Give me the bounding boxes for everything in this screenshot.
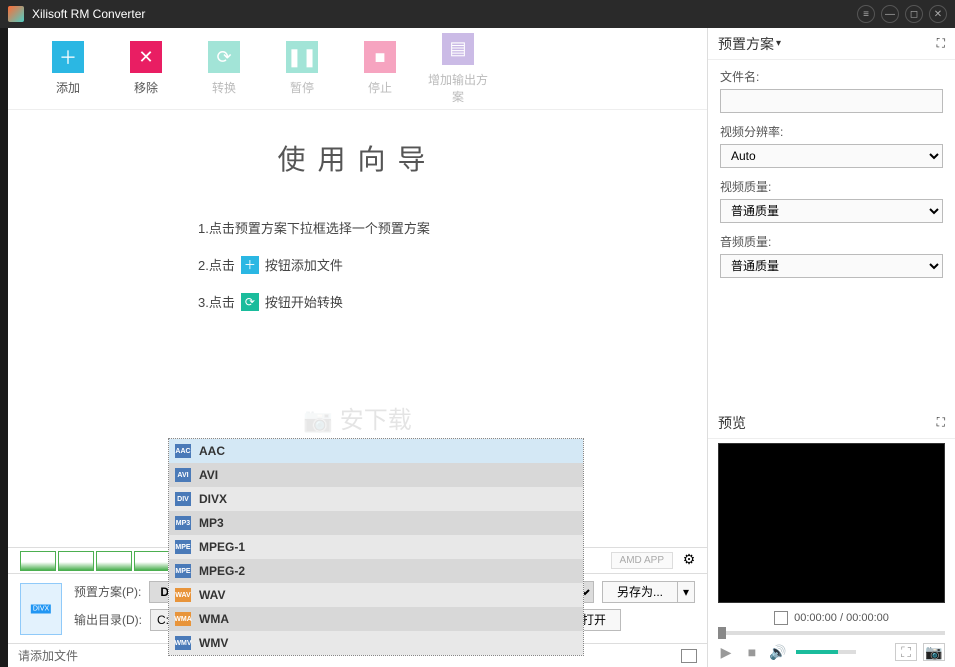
filename-label: 文件名: xyxy=(720,68,943,85)
pause-button[interactable]: ❚❚ 暂停 xyxy=(272,41,332,96)
status-text: 请添加文件 xyxy=(18,647,78,664)
format-badge-icon: AAC xyxy=(175,444,191,458)
expand-preset-icon[interactable]: ⛶ xyxy=(937,36,945,51)
add-preset-button[interactable]: ▤ 增加输出方案 xyxy=(428,33,488,105)
format-option-avi[interactable]: AVIAVI xyxy=(169,463,583,487)
convert-button[interactable]: ⟳ 转换 xyxy=(194,41,254,96)
stop-icon: ■ xyxy=(364,41,396,73)
plus-icon: ＋ xyxy=(52,41,84,73)
pause-icon: ❚❚ xyxy=(286,41,318,73)
window-title: Xilisoft RM Converter xyxy=(32,7,857,21)
wizard-step-1: 1.点击预置方案下拉框选择一个预置方案 xyxy=(198,218,667,237)
wizard-area: 使用向导 1.点击预置方案下拉框选择一个预置方案 2.点击 ＋ 按钮添加文件 3… xyxy=(8,110,707,547)
refresh-icon: ⟳ xyxy=(241,293,259,311)
output-dir-label: 输出目录(D): xyxy=(74,611,142,628)
wizard-title: 使用向导 xyxy=(48,138,667,178)
close-button[interactable]: ✕ xyxy=(929,5,947,23)
video-quality-select[interactable]: 普通质量 xyxy=(720,199,943,223)
format-badge-icon: MPE xyxy=(175,564,191,578)
format-option-mp3[interactable]: MP3MP3 xyxy=(169,511,583,535)
volume-slider[interactable] xyxy=(796,650,856,654)
volume-icon[interactable]: 🔊 xyxy=(770,644,786,660)
menu-button[interactable]: ≡ xyxy=(857,5,875,23)
wizard-step-3: 3.点击 ⟳ 按钮开始转换 xyxy=(198,292,667,311)
settings-gear-icon[interactable]: ⚙ xyxy=(679,551,699,571)
format-badge-icon: WMA xyxy=(175,612,191,626)
format-badge-icon: WMV xyxy=(175,636,191,650)
stop-playback-icon[interactable]: ■ xyxy=(744,644,760,660)
format-file-icon xyxy=(20,583,62,635)
resolution-label: 视频分辨率: xyxy=(720,123,943,140)
playback-slider[interactable] xyxy=(718,631,945,635)
format-badge-icon: DIV xyxy=(175,492,191,506)
play-icon[interactable]: ▶ xyxy=(718,644,734,660)
add-button[interactable]: ＋ 添加 xyxy=(38,41,98,96)
format-option-divx[interactable]: DIVDIVX xyxy=(169,487,583,511)
expand-preview-icon[interactable]: ⛶ xyxy=(937,415,945,430)
filename-input[interactable] xyxy=(720,89,943,113)
format-option-mpeg-1[interactable]: MPEMPEG-1 xyxy=(169,535,583,559)
preview-video xyxy=(718,443,945,603)
format-badge-icon: WAV xyxy=(175,588,191,602)
stop-button[interactable]: ■ 停止 xyxy=(350,41,410,96)
clock-icon xyxy=(774,611,788,625)
format-badge-icon: MPE xyxy=(175,540,191,554)
preset-panel-header: 预置方案▾ ⛶ xyxy=(708,28,955,60)
format-badge-icon: AVI xyxy=(175,468,191,482)
minimize-button[interactable]: — xyxy=(881,5,899,23)
cpu-graph xyxy=(20,551,170,571)
document-icon: ▤ xyxy=(442,33,474,65)
format-option-wmv[interactable]: WMVWMV xyxy=(169,631,583,655)
wizard-step-2: 2.点击 ＋ 按钮添加文件 xyxy=(198,255,667,274)
maximize-button[interactable]: ◻ xyxy=(905,5,923,23)
format-dropdown[interactable]: AACAACAVIAVIDIVDIVXMP3MP3MPEMPEG-1MPEMPE… xyxy=(168,438,584,656)
audio-quality-select[interactable]: 普通质量 xyxy=(720,254,943,278)
titlebar: Xilisoft RM Converter ≡ — ◻ ✕ xyxy=(0,0,955,28)
format-option-wav[interactable]: WAVWAV xyxy=(169,583,583,607)
refresh-icon: ⟳ xyxy=(208,41,240,73)
format-option-mpeg-2[interactable]: MPEMPEG-2 xyxy=(169,559,583,583)
video-quality-label: 视频质量: xyxy=(720,178,943,195)
plus-icon: ＋ xyxy=(241,256,259,274)
time-display: 00:00:00 / 00:00:00 xyxy=(708,607,955,629)
status-view-icon[interactable] xyxy=(681,649,697,663)
preset-label: 预置方案(P): xyxy=(74,583,141,600)
left-edge-strip xyxy=(0,28,8,667)
format-badge-icon: MP3 xyxy=(175,516,191,530)
audio-quality-label: 音频质量: xyxy=(720,233,943,250)
remove-button[interactable]: ✕ 移除 xyxy=(116,41,176,96)
format-option-aac[interactable]: AACAAC xyxy=(169,439,583,463)
save-as-button[interactable]: 另存为... xyxy=(602,581,677,603)
main-toolbar: ＋ 添加 ✕ 移除 ⟳ 转换 ❚❚ 暂停 ■ 停止 ▤ 增加输出方案 xyxy=(8,28,707,110)
snapshot-icon[interactable]: 📷 xyxy=(923,643,945,661)
save-as-dropdown[interactable]: ▾ xyxy=(677,581,695,603)
amd-app-button[interactable]: AMD APP xyxy=(611,552,673,569)
preview-panel-header: 预览 ⛶ xyxy=(708,407,955,439)
fullscreen-icon[interactable]: ⛶ xyxy=(895,643,917,661)
format-option-wma[interactable]: WMAWMA xyxy=(169,607,583,631)
x-icon: ✕ xyxy=(130,41,162,73)
app-logo-icon xyxy=(8,6,24,22)
resolution-select[interactable]: Auto xyxy=(720,144,943,168)
